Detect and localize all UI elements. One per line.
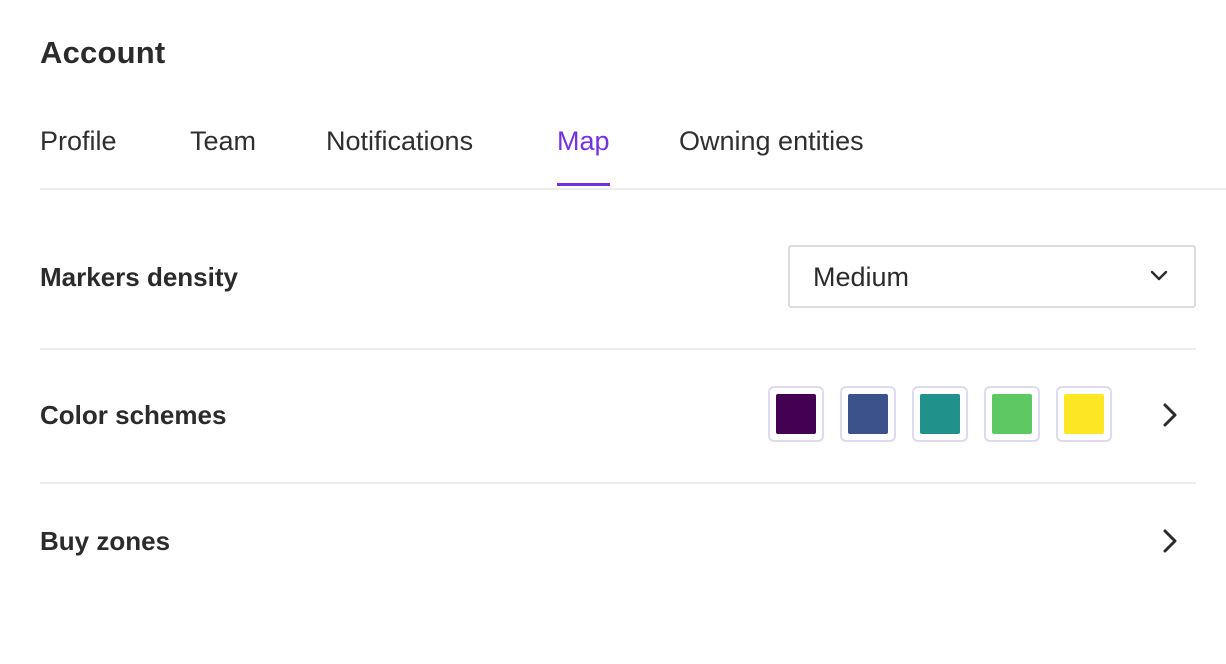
chevron-right-icon[interactable] (1160, 528, 1180, 554)
markers-density-value: Medium (813, 262, 910, 292)
color-swatch[interactable] (912, 386, 968, 442)
color-schemes-label: Color schemes (40, 400, 227, 430)
tab-team[interactable]: Team (190, 126, 256, 186)
color-swatch[interactable] (984, 386, 1040, 442)
swatch-fill (992, 394, 1032, 434)
swatch-fill (1064, 394, 1104, 434)
swatch-fill (848, 394, 888, 434)
page-title: Account (40, 35, 166, 70)
markers-density-row: Markers density Medium (40, 190, 1196, 350)
swatch-fill (776, 394, 816, 434)
tab-bar: Profile Team Notifications Map Owning en… (40, 110, 1226, 190)
swatch-fill (920, 394, 960, 434)
buy-zones-row[interactable]: Buy zones (40, 484, 1196, 596)
markers-density-select[interactable]: Medium (788, 245, 1196, 308)
markers-density-label: Markers density (40, 262, 238, 292)
color-schemes-row[interactable]: Color schemes (40, 350, 1196, 484)
color-swatch[interactable] (840, 386, 896, 442)
tab-owning-entities[interactable]: Owning entities (679, 126, 864, 186)
chevron-right-icon[interactable] (1160, 402, 1180, 428)
account-settings-page: Account Profile Team Notifications Map O… (40, 0, 1226, 664)
tab-notifications[interactable]: Notifications (326, 126, 473, 186)
buy-zones-label: Buy zones (40, 526, 171, 556)
color-swatch[interactable] (1056, 386, 1112, 442)
color-swatch[interactable] (768, 386, 824, 442)
tab-map[interactable]: Map (557, 126, 610, 186)
chevron-down-icon (1150, 270, 1168, 281)
tab-profile[interactable]: Profile (40, 126, 117, 186)
